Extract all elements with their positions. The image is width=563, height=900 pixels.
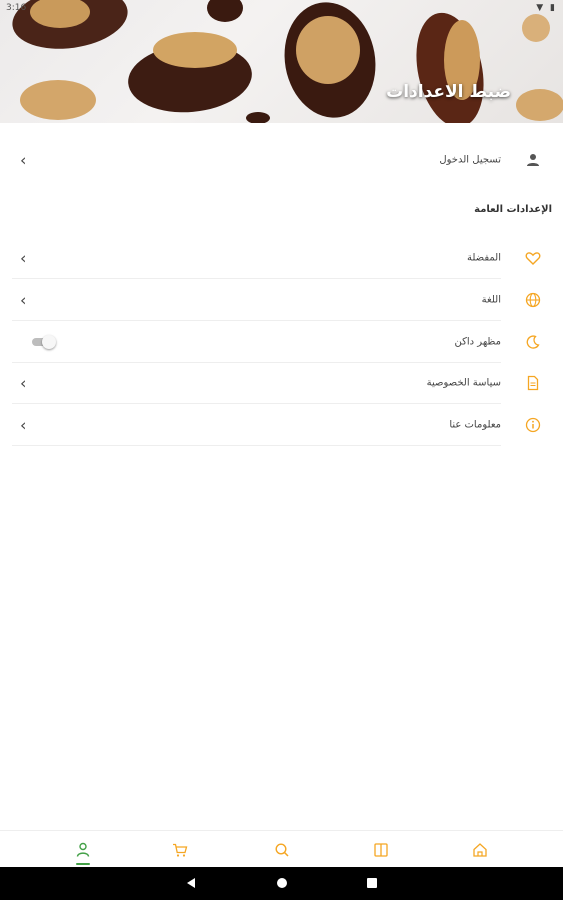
dark-mode-toggle[interactable] xyxy=(32,334,58,349)
privacy-policy-row[interactable]: ‹ سياسة الخصوصية xyxy=(12,362,501,404)
info-icon xyxy=(525,417,541,433)
about-us-row[interactable]: ‹ معلومات عنا xyxy=(12,404,501,446)
chevron-left-icon: ‹ xyxy=(20,290,27,309)
search-icon[interactable] xyxy=(273,841,291,859)
document-icon xyxy=(527,375,539,391)
chevron-left-icon: ‹ xyxy=(20,415,27,434)
login-row[interactable]: ‹ تسجيل الدخول xyxy=(12,139,501,181)
active-tab-indicator xyxy=(76,863,90,865)
book-icon[interactable] xyxy=(372,841,390,859)
header-banner: 3:16 ▼ ▮ ضبط الاعدادات xyxy=(0,0,563,123)
recents-icon[interactable] xyxy=(365,876,379,890)
dark-mode-label: مظهر داكن xyxy=(454,336,501,347)
moon-icon xyxy=(526,335,540,349)
favorites-label: المفضلة xyxy=(466,252,501,263)
back-icon[interactable] xyxy=(184,876,198,890)
home-icon[interactable] xyxy=(471,841,489,859)
header-photo xyxy=(12,0,563,123)
section-title-general: الإعدادات العامة xyxy=(474,204,552,215)
globe-icon xyxy=(525,292,541,308)
language-row[interactable]: ‹ اللغة xyxy=(12,279,501,321)
bottom-nav xyxy=(0,830,563,867)
chevron-left-icon: ‹ xyxy=(20,150,27,170)
language-label: اللغة xyxy=(481,294,501,305)
about-us-label: معلومات عنا xyxy=(449,419,501,430)
chevron-left-icon: ‹ xyxy=(20,248,27,267)
status-icons: ▼ ▮ xyxy=(536,3,557,13)
person-icon xyxy=(527,154,539,166)
login-label: تسجيل الدخول xyxy=(439,154,501,166)
cart-icon[interactable] xyxy=(171,841,189,859)
dark-mode-row: مظهر داكن xyxy=(12,321,501,363)
chevron-left-icon: ‹ xyxy=(20,373,27,392)
privacy-policy-label: سياسة الخصوصية xyxy=(426,377,501,388)
page-title: ضبط الاعدادات xyxy=(386,82,511,102)
system-nav-bar xyxy=(0,867,563,900)
favorites-row[interactable]: ‹ المفضلة xyxy=(12,237,501,279)
heart-icon xyxy=(525,252,541,265)
status-time: 3:16 xyxy=(6,3,27,13)
toggle-thumb xyxy=(42,334,56,349)
person-icon[interactable] xyxy=(74,841,92,859)
home-circle-icon[interactable] xyxy=(275,876,289,890)
